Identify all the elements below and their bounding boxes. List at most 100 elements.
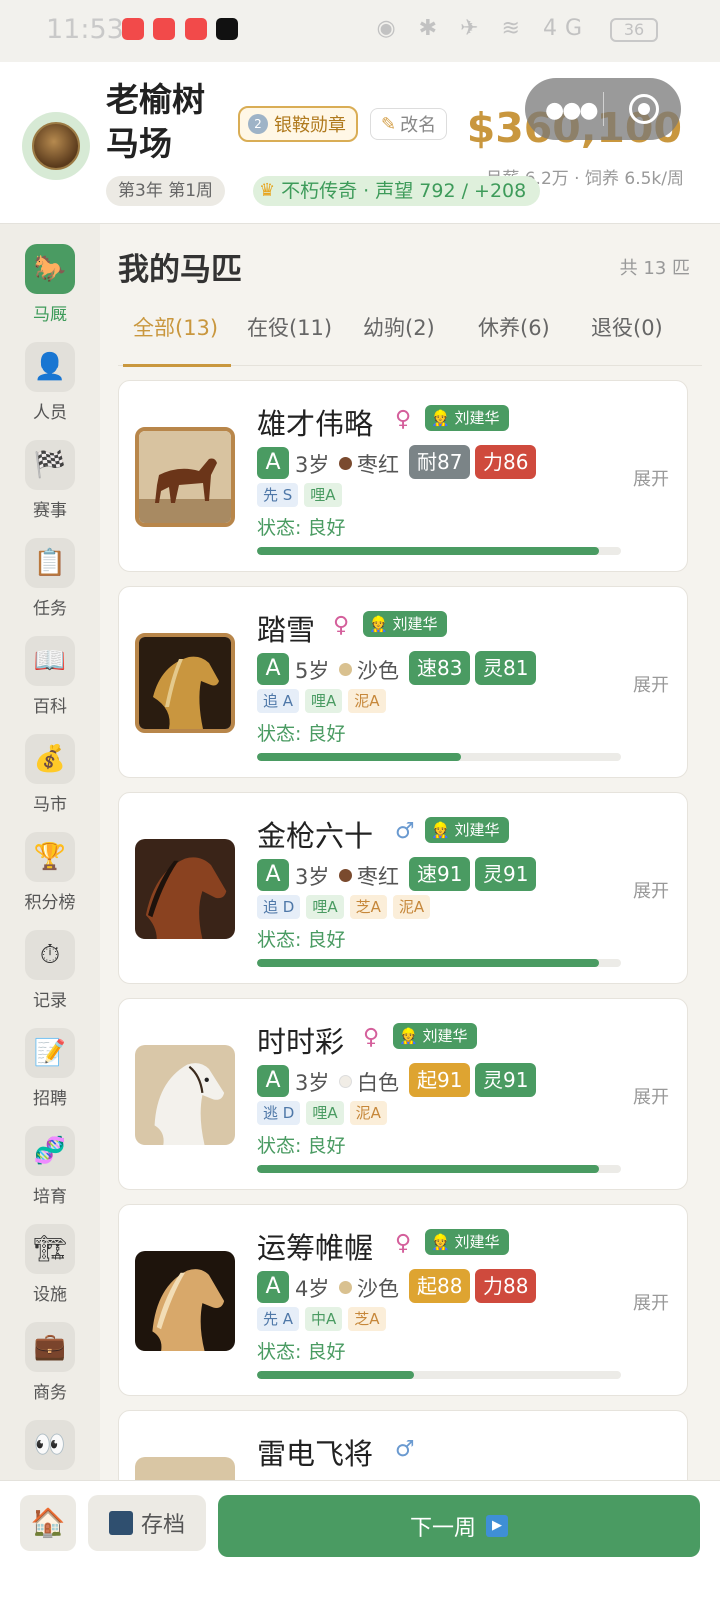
expand-button[interactable]: 展开 [633,465,669,491]
horse-portrait [135,839,235,939]
horse-age: 4岁 [295,1277,330,1301]
dna-icon: 🧬 [25,1126,75,1176]
coat-label: 沙色 [357,1277,399,1301]
trainer-badge[interactable]: 👷 刘建华 [425,405,510,431]
sidebar-item-stable[interactable]: 🐎 马厩 [0,244,100,334]
horse-portrait [135,1457,235,1480]
expand-button[interactable]: 展开 [633,877,669,903]
horse-card[interactable]: 时时彩 ♀ 👷 刘建华 A 3岁 白色 起91 灵91 逃 D 哩A 泥A 状态… [118,998,688,1190]
trainer-badge[interactable]: 👷 刘建华 [425,1229,510,1255]
grade-badge: A [257,1065,289,1097]
trainer-badge[interactable]: 👷 刘建华 [363,611,448,637]
aptitude-tag: 追 A [257,689,300,713]
stable-panel: 我的马匹 共 13 匹 全部(13) 在役(11) 幼驹(2) 休养(6) 退役… [100,224,720,1480]
sidebar-item-races[interactable]: 🏁 赛事 [0,440,100,530]
sidebar-item-label: 设施 [33,1285,67,1305]
house-icon: 🏠 [30,1506,66,1539]
sidebar-item-label: 培育 [33,1187,67,1207]
stat-badge: 力88 [475,1269,537,1303]
system-status-icons: ◉ ✱ ✈ ≋ 4G [376,16,590,41]
condition-bar [257,1165,621,1173]
miniprogram-capsule[interactable]: ●●● [525,78,681,140]
sidebar-item-label: 百科 [33,697,67,717]
ranch-avatar[interactable] [22,112,90,180]
tiktok-icon [216,18,238,40]
briefcase-icon: 💼 [25,1322,75,1372]
sidebar-item-facilities[interactable]: 🏗 设施 [0,1224,100,1314]
horse-card[interactable]: 踏雪 ♀ 👷 刘建华 A 5岁 沙色 速83 灵81 追 A 哩A 泥A 状态:… [118,586,688,778]
sidebar-item-label: 商务 [33,1383,67,1403]
horse-card[interactable]: 运筹帷幄 ♀ 👷 刘建华 A 4岁 沙色 起88 力88 先 A 中A 芝A 状… [118,1204,688,1396]
tab-foals[interactable]: 幼驹(2) [363,312,435,342]
tab-retired[interactable]: 退役(0) [591,312,663,342]
horse-portrait [135,1251,235,1351]
trainer-badge[interactable]: 👷 刘建华 [393,1023,478,1049]
aptitude-tag: 哩A [304,483,342,507]
notification-app-icon [185,18,207,40]
reputation-label: 不朽传奇 · 声望 792 / +208 [281,180,527,202]
stat-badge: 灵81 [475,651,537,685]
pencil-icon: ✎ [381,113,397,135]
horse-icon: 🐎 [25,244,75,294]
tab-underline [123,364,231,367]
sidebar-item-staff[interactable]: 👤 人员 [0,342,100,432]
horse-card[interactable]: 金枪六十 ♂ 👷 刘建华 A 3岁 枣红 速91 灵91 追 D 哩A 芝A 泥… [118,792,688,984]
tab-active[interactable]: 在役(11) [247,312,332,342]
home-button[interactable]: 🏠 [20,1495,76,1551]
coat-color-dot [339,1281,352,1294]
sidebar-item-business[interactable]: 💼 商务 [0,1322,100,1412]
expand-button[interactable]: 展开 [633,1289,669,1315]
sidebar-item-recruit[interactable]: 📝 招聘 [0,1028,100,1118]
expand-button[interactable]: 展开 [633,1083,669,1109]
floppy-disk-icon [108,1511,133,1535]
play-icon: ▶ [486,1515,508,1537]
horse-card[interactable]: 雷电飞将 ♂ [118,1410,688,1480]
ranch-name: 老榆树马场 [106,80,205,163]
notification-app-icon [122,18,144,40]
save-label: 存档 [140,1513,185,1538]
aptitude-tag: 芝A [348,1307,386,1331]
aptitude-tags: 追 A 哩A 泥A [257,689,386,713]
male-icon: ♂ [395,1437,415,1462]
person-icon: 👤 [25,342,75,392]
condition-bar [257,1371,621,1379]
tab-all[interactable]: 全部(13) [133,312,218,342]
horse-name: 时时彩 [257,1025,345,1059]
aptitude-tag: 泥A [392,895,431,919]
aptitude-tag: 泥A [348,689,386,713]
next-week-button[interactable]: 下一周 ▶ [218,1495,700,1557]
sidebar-item-records[interactable]: ⏱ 记录 [0,930,100,1020]
sidebar-item-leaderboard[interactable]: 🏆 积分榜 [0,832,100,922]
status-bar: 11:53 ◉ ✱ ✈ ≋ 4G 36 [0,0,720,62]
coat-color-dot [339,1075,352,1088]
more-icon[interactable]: ●●● [545,98,599,123]
stat-badge: 起91 [409,1063,471,1097]
close-target-icon[interactable] [629,94,659,124]
aptitude-tag: 先 S [257,483,299,507]
condition-bar [257,753,621,761]
aptitude-tag: 哩A [305,689,343,713]
coat-label: 白色 [357,1071,399,1095]
rename-button[interactable]: ✎ 改名 [370,108,448,140]
sidebar-item-encyclopedia[interactable]: 📖 百科 [0,636,100,726]
medal-badge[interactable]: 2 银鞍勋章 [238,106,358,142]
sidebar-item-label: 招聘 [33,1089,67,1109]
save-button[interactable]: 存档 [88,1495,206,1551]
aptitude-tag: 泥A [349,1101,387,1125]
coat-label: 枣红 [357,865,399,889]
trainer-badge[interactable]: 👷 刘建华 [425,817,510,843]
sidebar-item-breeding[interactable]: 🧬 培育 [0,1126,100,1216]
money-bag-icon: 💰 [25,734,75,784]
tab-resting[interactable]: 休养(6) [478,312,550,342]
horse-card[interactable]: 雄才伟略 ♀ 👷 刘建华 A 3岁 枣红 耐87 力86 先 S 哩A 状态: … [118,380,688,572]
sidebar-item-tasks[interactable]: 📋 任务 [0,538,100,628]
reputation-badge[interactable]: ♛ 不朽传奇 · 声望 792 / +208 [253,176,541,206]
memo-icon: 📝 [25,1028,75,1078]
aptitude-tags: 逃 D 哩A 泥A [257,1101,387,1125]
stat-badge: 耐87 [409,445,471,479]
eyes-icon: 👀 [25,1420,75,1470]
condition-bar [257,547,621,555]
stat-badge: 力86 [475,445,537,479]
expand-button[interactable]: 展开 [633,671,669,697]
sidebar-item-market[interactable]: 💰 马市 [0,734,100,824]
